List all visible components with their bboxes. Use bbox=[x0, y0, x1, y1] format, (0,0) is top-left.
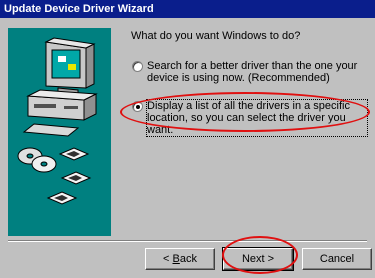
computer-icon bbox=[22, 37, 98, 137]
radio-selected-dot bbox=[136, 105, 140, 109]
cd-disc-icon bbox=[17, 147, 57, 173]
radio-display-driver-list[interactable] bbox=[132, 101, 143, 112]
title-bar: Update Device Driver Wizard bbox=[0, 0, 375, 18]
back-button[interactable]: < Back bbox=[145, 248, 215, 270]
computer-illustration bbox=[17, 37, 98, 205]
button-separator bbox=[8, 240, 367, 242]
wizard-art-panel bbox=[8, 28, 111, 236]
wizard-window: Update Device Driver Wizard What do you … bbox=[0, 0, 375, 278]
option-display-label: Display a list of all the drivers in a s… bbox=[146, 99, 368, 137]
window-title: Update Device Driver Wizard bbox=[4, 3, 154, 15]
option-search-label: Search for a better driver than the one … bbox=[147, 60, 358, 84]
cancel-button[interactable]: Cancel bbox=[302, 248, 372, 270]
wizard-question: What do you want Windows to do? bbox=[131, 30, 301, 42]
floppy-disk-icon bbox=[46, 147, 92, 205]
radio-search-better-driver[interactable] bbox=[132, 61, 143, 72]
next-button[interactable]: Next > bbox=[222, 247, 294, 271]
